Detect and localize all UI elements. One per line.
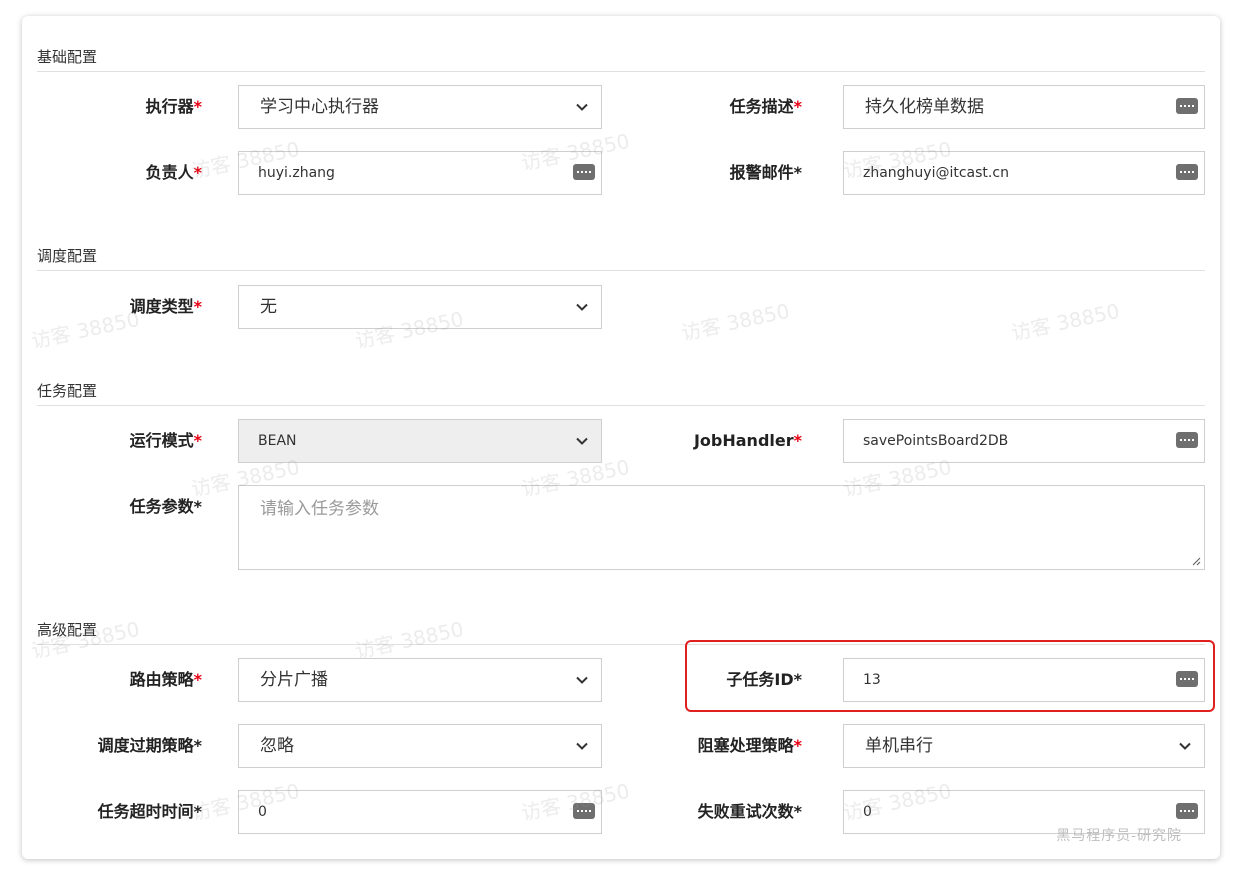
owner-value: huyi.zhang [258,165,335,181]
job-handler-value: savePointsBoard2DB [863,433,1009,449]
block-strategy-select[interactable]: 单机串行 [843,724,1205,768]
schedule-type-label: 调度类型* [129,297,202,316]
section-title-schedule: 调度配置 [37,247,98,265]
chevron-down-icon [576,103,588,111]
task-desc-label: 任务描述* [729,97,802,116]
job-handler-input[interactable]: savePointsBoard2DB [843,419,1205,463]
job-edit-form: 基础配置 执行器* 学习中心执行器 任务描述* 持久化榜单数据 负责人* huy… [22,16,1220,859]
watermark: 访客 38850 [679,298,792,346]
run-mode-label: 运行模式* [129,431,202,450]
watermark: 访客 38850 [1009,298,1122,346]
chevron-down-icon [576,303,588,311]
alarm-email-input[interactable]: zhanghuyi@itcast.cn [843,151,1205,195]
keyboard-icon [1176,432,1198,448]
executor-select-value: 学习中心执行器 [260,97,379,117]
route-strategy-label: 路由策略* [129,670,202,689]
keyboard-icon [1176,671,1198,687]
keyboard-icon [573,803,595,819]
run-mode-value: BEAN [258,433,297,449]
task-params-textarea[interactable]: 请输入任务参数 [238,485,1205,570]
alarm-email-label: 报警邮件* [729,163,802,182]
block-strategy-value: 单机串行 [865,736,933,756]
resize-handle-icon[interactable] [1191,556,1201,566]
section-divider [37,71,1205,72]
site-watermark: 黑马程序员-研究院 [1056,828,1182,844]
task-params-label: 任务参数* [129,497,202,516]
retry-count-label: 失败重试次数* [697,802,802,821]
owner-input[interactable]: huyi.zhang [238,151,602,195]
misfire-strategy-label: 调度过期策略* [97,736,202,755]
section-title-basic: 基础配置 [37,48,98,66]
child-job-id-value: 13 [863,672,881,688]
route-strategy-select[interactable]: 分片广播 [238,658,602,702]
section-divider [37,270,1205,271]
executor-label: 执行器* [145,97,202,116]
task-desc-value: 持久化榜单数据 [865,97,984,117]
job-handler-label: JobHandler* [693,431,802,450]
keyboard-icon [1176,98,1198,114]
chevron-down-icon [1179,742,1191,750]
schedule-type-value: 无 [260,297,277,317]
section-divider [37,405,1205,406]
route-strategy-value: 分片广播 [260,670,328,690]
alarm-email-value: zhanghuyi@itcast.cn [863,165,1009,181]
chevron-down-icon [576,437,588,445]
misfire-strategy-select[interactable]: 忽略 [238,724,602,768]
section-title-task: 任务配置 [37,382,98,400]
keyboard-icon [573,164,595,180]
keyboard-icon [1176,803,1198,819]
task-desc-input[interactable]: 持久化榜单数据 [843,85,1205,129]
chevron-down-icon [576,676,588,684]
block-strategy-label: 阻塞处理策略* [697,736,802,755]
child-job-id-label: 子任务ID* [726,670,802,689]
chevron-down-icon [576,742,588,750]
section-title-advanced: 高级配置 [37,621,98,639]
misfire-strategy-value: 忽略 [260,736,294,756]
timeout-input[interactable]: 0 [238,790,602,834]
run-mode-select: BEAN [238,419,602,463]
owner-label: 负责人* [145,163,202,182]
timeout-label: 任务超时时间* [97,802,202,821]
executor-select[interactable]: 学习中心执行器 [238,85,602,129]
task-params-placeholder: 请输入任务参数 [260,499,379,519]
schedule-type-select[interactable]: 无 [238,285,602,329]
keyboard-icon [1176,164,1198,180]
child-job-id-input[interactable]: 13 [843,658,1205,702]
watermark: 访客 38850 [353,616,466,664]
timeout-value: 0 [258,804,267,820]
retry-count-value: 0 [863,804,872,820]
